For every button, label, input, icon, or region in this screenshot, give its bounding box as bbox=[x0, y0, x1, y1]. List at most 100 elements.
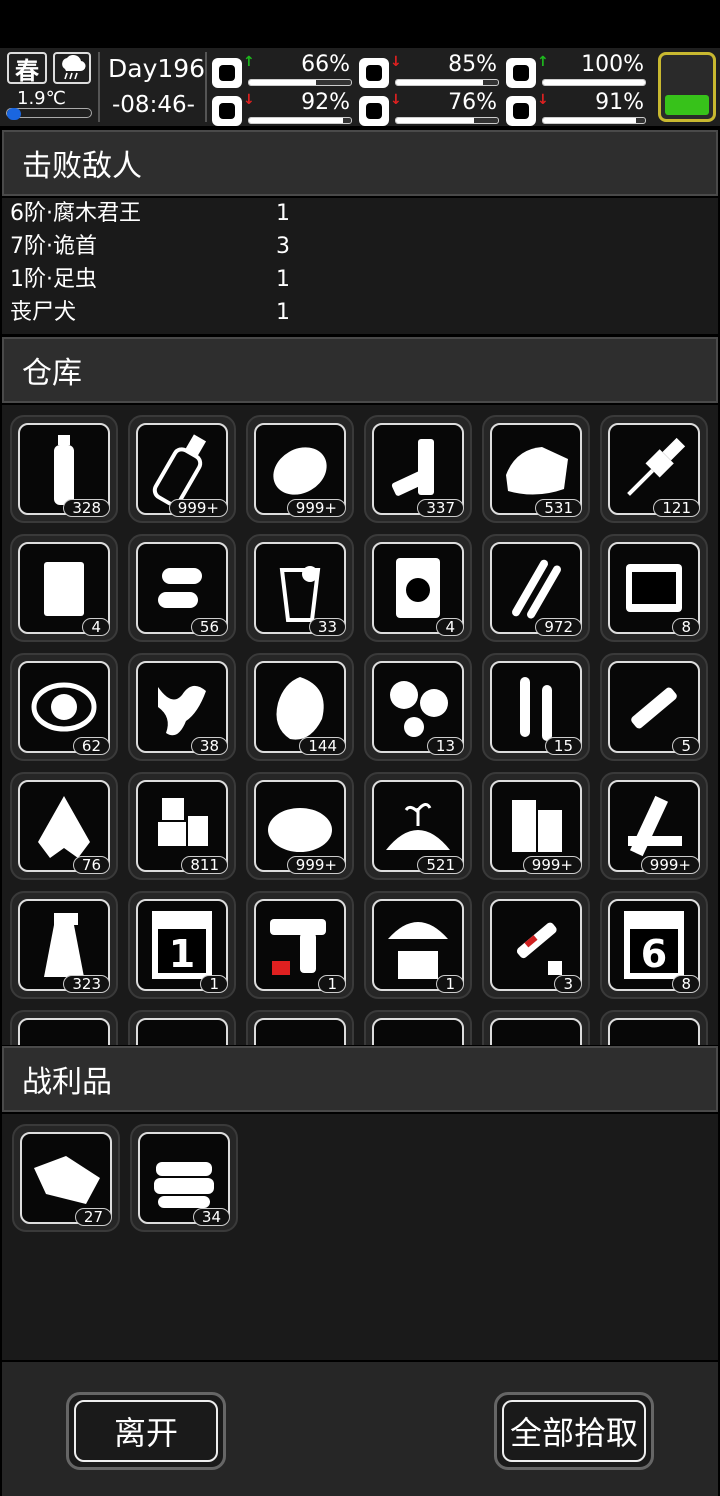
item-count: 144 bbox=[299, 737, 346, 755]
inventory-slot[interactable] bbox=[128, 1010, 236, 1045]
inventory-slot[interactable]: 811 bbox=[128, 772, 236, 880]
inventory-slot[interactable]: 999+ bbox=[600, 772, 708, 880]
enemy-name: 1阶·足虫 bbox=[10, 267, 97, 292]
stomach-icon bbox=[359, 58, 389, 88]
inventory-slot[interactable]: 972 bbox=[482, 534, 590, 642]
temperature-gauge bbox=[6, 108, 92, 120]
inventory-slot[interactable]: 34 bbox=[130, 1124, 238, 1232]
inventory-slot[interactable]: 4 bbox=[10, 534, 118, 642]
item-count: 531 bbox=[535, 499, 582, 517]
trend-down-icon: ↓ bbox=[243, 92, 255, 108]
item-count: 38 bbox=[190, 737, 228, 755]
trend-down-icon: ↓ bbox=[390, 92, 402, 108]
inventory-slot[interactable] bbox=[246, 1010, 354, 1045]
enemy-count: 3 bbox=[276, 234, 290, 259]
thermometer-bulb-icon bbox=[7, 108, 21, 120]
inventory-slot[interactable]: 999+ bbox=[128, 415, 236, 523]
stat-bar-fill bbox=[396, 118, 474, 123]
inventory-slot[interactable]: 323 bbox=[10, 891, 118, 999]
item-count: 999+ bbox=[286, 856, 346, 874]
inventory-slot[interactable]: 5 bbox=[600, 653, 708, 761]
item-count: 1 bbox=[436, 975, 464, 993]
warehouse-header: 仓库 bbox=[2, 337, 718, 403]
item-icon bbox=[490, 1018, 582, 1045]
inventory-slot[interactable]: 27 bbox=[12, 1124, 120, 1232]
battery-indicator bbox=[658, 52, 716, 122]
inventory-slot[interactable]: 76 bbox=[10, 772, 118, 880]
inventory-slot[interactable]: 531 bbox=[482, 415, 590, 523]
take-all-label: 全部拾取 bbox=[509, 1414, 638, 1452]
inventory-slot[interactable]: 8 bbox=[600, 534, 708, 642]
stat-bar-fill bbox=[249, 80, 317, 85]
inventory-slot[interactable] bbox=[600, 1010, 708, 1045]
inventory-slot[interactable]: 1 bbox=[246, 891, 354, 999]
inventory-slot[interactable]: 1 bbox=[364, 891, 472, 999]
inventory-slot[interactable] bbox=[10, 1010, 118, 1045]
helmet-icon bbox=[506, 58, 536, 88]
stat-bar bbox=[542, 79, 646, 86]
svg-text:6: 6 bbox=[641, 932, 667, 976]
inventory-slot[interactable]: 15 bbox=[482, 653, 590, 761]
icon-glyph bbox=[219, 103, 235, 119]
inventory-slot[interactable]: 121 bbox=[600, 415, 708, 523]
inventory-slot[interactable]: 33 bbox=[246, 534, 354, 642]
inventory-slot[interactable]: 62 bbox=[10, 653, 118, 761]
item-count: 521 bbox=[417, 856, 464, 874]
item-count: 62 bbox=[72, 737, 110, 755]
stat-value: 66% bbox=[301, 52, 350, 77]
inventory-slot[interactable]: 144 bbox=[246, 653, 354, 761]
inventory-slot[interactable]: 11 bbox=[128, 891, 236, 999]
loot-grid[interactable]: 27 34 bbox=[2, 1114, 718, 1360]
item-count: 56 bbox=[190, 618, 228, 636]
leg-icon bbox=[212, 96, 242, 126]
time-label: -08:46- bbox=[112, 92, 195, 118]
item-icon bbox=[18, 1018, 110, 1045]
warehouse-title: 仓库 bbox=[22, 356, 82, 391]
defeated-list[interactable]: 6阶·腐木君王 1 7阶·诡首 3 1阶·足虫 1 丧尸犬 1 bbox=[2, 198, 718, 334]
inventory-slot[interactable]: 4 bbox=[364, 534, 472, 642]
divider bbox=[205, 52, 207, 122]
icon-glyph bbox=[219, 65, 235, 81]
inventory-slot[interactable]: 3 bbox=[482, 891, 590, 999]
inventory-slot[interactable] bbox=[482, 1010, 590, 1045]
leave-button[interactable]: 离开 bbox=[66, 1392, 226, 1470]
enemy-name: 丧尸犬 bbox=[10, 300, 77, 325]
item-count: 972 bbox=[535, 618, 582, 636]
inventory-slot[interactable]: 13 bbox=[364, 653, 472, 761]
item-count: 3 bbox=[554, 975, 582, 993]
inventory-slot[interactable]: 38 bbox=[128, 653, 236, 761]
inventory-slot[interactable]: 999+ bbox=[246, 772, 354, 880]
inventory-slot[interactable] bbox=[364, 1010, 472, 1045]
inventory-slot[interactable]: 521 bbox=[364, 772, 472, 880]
battery-fill bbox=[665, 95, 709, 115]
stat-value: 100% bbox=[581, 52, 644, 77]
enemy-count: 1 bbox=[276, 267, 290, 292]
temperature-label: 1.9℃ bbox=[17, 88, 66, 109]
item-icon bbox=[608, 1018, 700, 1045]
item-count: 8 bbox=[672, 618, 700, 636]
stat-bar bbox=[248, 79, 352, 86]
stat-bar-fill bbox=[543, 80, 645, 85]
take-all-button[interactable]: 全部拾取 bbox=[494, 1392, 654, 1470]
item-icon bbox=[254, 1018, 346, 1045]
item-count: 5 bbox=[672, 737, 700, 755]
defeated-row: 丧尸犬 1 bbox=[10, 297, 290, 329]
inventory-slot[interactable]: 999+ bbox=[246, 415, 354, 523]
inventory-slot[interactable]: 68 bbox=[600, 891, 708, 999]
inventory-slot[interactable]: 328 bbox=[10, 415, 118, 523]
warehouse-grid[interactable]: 328 999+ 999+ 337 531 121 4 56 33 4 972 8 62 38 144 13 1… bbox=[2, 405, 718, 1045]
item-icon bbox=[136, 1018, 228, 1045]
trend-up-icon: ↑ bbox=[537, 54, 549, 70]
enemy-count: 1 bbox=[276, 201, 290, 226]
inventory-slot[interactable]: 999+ bbox=[482, 772, 590, 880]
item-count: 811 bbox=[181, 856, 228, 874]
stat-hunger: ↓ 85% bbox=[359, 52, 501, 90]
stat-bar-fill bbox=[543, 118, 636, 123]
defeated-row: 7阶·诡首 3 bbox=[10, 231, 290, 263]
trend-down-icon: ↓ bbox=[537, 92, 549, 108]
inventory-slot[interactable]: 337 bbox=[364, 415, 472, 523]
stat-bar bbox=[248, 117, 352, 124]
item-count: 76 bbox=[72, 856, 110, 874]
inventory-slot[interactable]: 56 bbox=[128, 534, 236, 642]
stat-value: 91% bbox=[595, 90, 644, 115]
